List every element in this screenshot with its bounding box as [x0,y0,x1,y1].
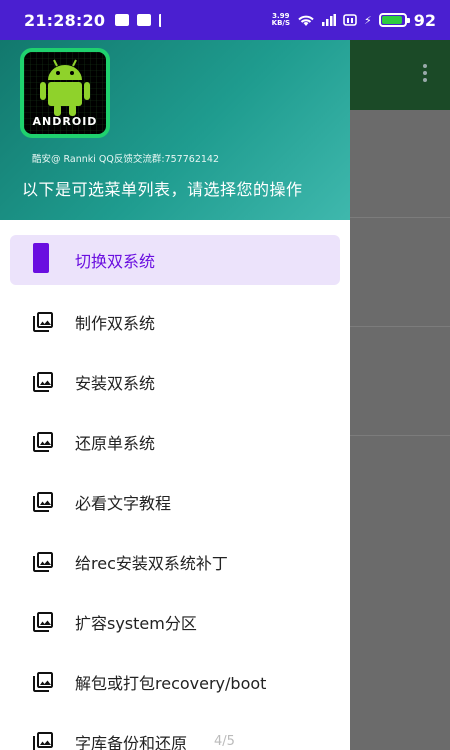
network-speed: 3.99 KB/S [272,13,290,27]
image-notification-icon [115,14,130,26]
drawer-header: ANDROID 酷安@ Rannki QQ反馈交流群:757762142 以下是… [0,40,350,220]
overflow-menu-icon[interactable] [422,64,428,86]
drawer-menu: 切换双系统 制作双系统 安装双系统 还原单系统 必看文字教程 给rec安装双系统… [0,233,350,750]
photo-library-icon [33,432,53,452]
menu-item-label: 扩容system分区 [75,614,197,633]
photo-library-icon [33,372,53,392]
logo-text: ANDROID [32,115,98,128]
menu-item-label: 必看文字教程 [75,494,172,513]
active-bar-icon [33,243,49,273]
battery-fill [381,16,402,24]
android-logo-inner: ANDROID [24,52,106,134]
photo-library-icon [33,732,53,750]
menu-item-make-dual-system[interactable]: 制作双系统 [0,293,350,353]
menu-item-install-dual-system[interactable]: 安装双系统 [0,353,350,413]
status-time: 21:28:20 [24,10,106,30]
active-item-background [10,235,340,285]
signal-icon [322,14,336,26]
menu-item-restore-single-system[interactable]: 还原单系统 [0,413,350,473]
status-system-icons: 3.99 KB/S ⚡ 92 [272,11,436,30]
menu-item-unpack-recovery-boot[interactable]: 解包或打包recovery/boot [0,653,350,713]
android-notification-icon [137,14,152,26]
menu-item-label: 给rec安装双系统补丁 [75,554,228,573]
menu-item-rec-patch[interactable]: 给rec安装双系统补丁 [0,533,350,593]
wifi-icon [298,15,314,26]
app-divider [350,217,450,218]
menu-item-label: 安装双系统 [75,374,156,393]
status-bar: 21:28:20 3.99 KB/S ⚡ 92 [0,0,450,40]
status-notification-icons [115,13,165,27]
menu-item-switch-dual-system[interactable]: 切换双系统 [0,233,350,293]
battery-percentage: 92 [413,10,436,30]
app-divider [350,326,450,327]
photo-library-icon [33,672,53,692]
battery-icon [378,13,410,27]
menu-item-label: 还原单系统 [75,434,156,453]
page-indicator: 4/5 [214,734,235,749]
app-divider [350,435,450,436]
photo-library-icon [33,552,53,572]
network-speed-unit: KB/S [271,19,290,27]
hd-icon [343,14,357,26]
header-credit: 酷安@ Rannki QQ反馈交流群:757762142 [32,154,219,165]
menu-item-label: 制作双系统 [75,314,156,333]
menu-item-font-backup[interactable]: 字库备份和还原 [0,713,350,750]
menu-item-label: 切换双系统 [75,252,156,271]
photo-library-icon [33,612,53,632]
menu-item-text-tutorial[interactable]: 必看文字教程 [0,473,350,533]
android-logo: ANDROID [20,48,110,138]
photo-library-icon [33,492,53,512]
navigation-drawer: ANDROID 酷安@ Rannki QQ反馈交流群:757762142 以下是… [0,40,350,750]
menu-item-label: 解包或打包recovery/boot [75,674,267,693]
menu-item-label: 字库备份和还原 [75,734,188,750]
charging-icon: ⚡ [364,13,372,27]
usb-icon [159,13,165,27]
header-title: 以下是可选菜单列表，请选择您的操作 [22,180,303,199]
photo-library-icon [33,312,53,332]
menu-item-expand-system[interactable]: 扩容system分区 [0,593,350,653]
